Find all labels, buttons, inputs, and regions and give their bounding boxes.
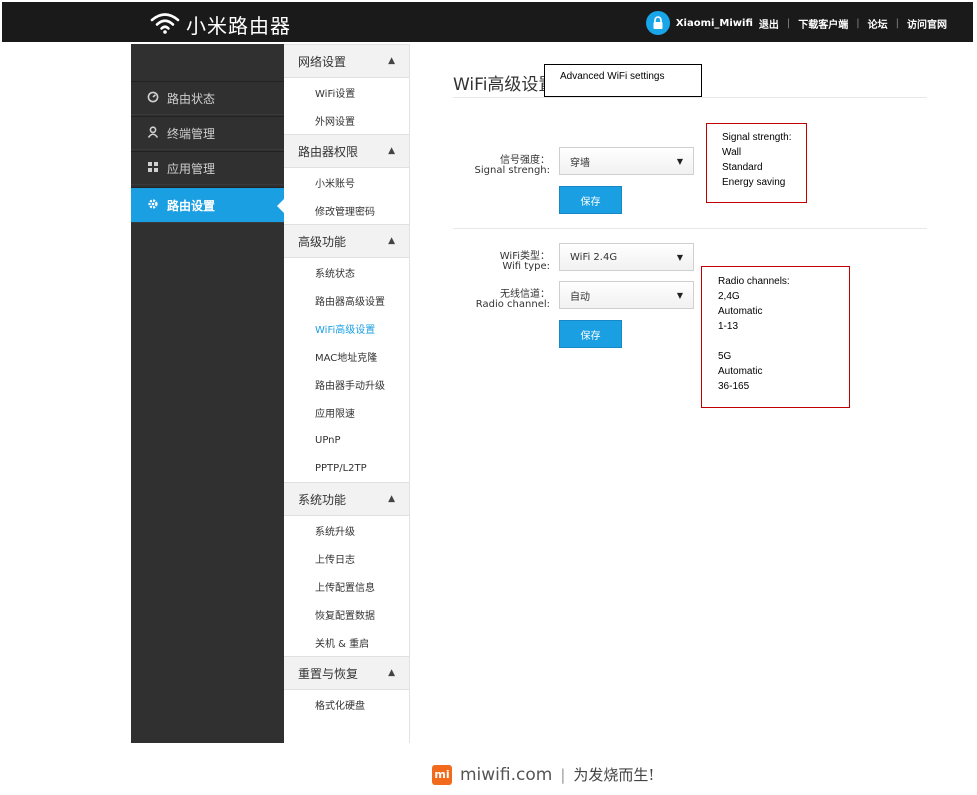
save-channel-button[interactable]: 保存: [559, 320, 622, 348]
wifi-type-select[interactable]: WiFi 2.4G ▼: [559, 243, 694, 271]
chevron-up-icon: ▲: [388, 668, 395, 678]
submenu-item-upload-config[interactable]: 上传配置信息: [284, 572, 409, 600]
footer-domain[interactable]: miwifi.com: [460, 765, 552, 785]
user-area: Xiaomi_Miwifi 退出 | 下载客户端 | 论坛 | 访问官网: [645, 11, 947, 35]
chevron-up-icon: ▲: [388, 494, 395, 504]
footer: mi miwifi.com | 为发烧而生!: [432, 764, 654, 785]
radio-channel-select[interactable]: 自动 ▼: [559, 281, 694, 309]
wifi-icon: [150, 12, 180, 37]
grid-icon: [147, 161, 159, 176]
submenu-item-upnp[interactable]: UPnP: [284, 426, 409, 454]
submenu-item-mac-clone[interactable]: MAC地址克隆: [284, 342, 409, 370]
signal-strength-annotation: Signal strength: Wall Standard Energy sa…: [706, 123, 807, 203]
left-nav: 路由状态 终端管理 应用管理 路由设置: [131, 44, 285, 743]
signal-strength-label: 信号强度： Signal strengh:: [474, 155, 550, 176]
gauge-icon: [147, 91, 159, 106]
submenu-item-format-disk[interactable]: 格式化硬盘: [284, 690, 409, 718]
nav-item-apps[interactable]: 应用管理: [131, 151, 284, 185]
submenu-item-upload-log[interactable]: 上传日志: [284, 544, 409, 572]
submenu-item-pptp-l2tp[interactable]: PPTP/L2TP: [284, 454, 409, 482]
user-icon: [147, 125, 159, 141]
app-title: 小米路由器: [186, 14, 291, 38]
save-signal-button[interactable]: 保存: [559, 186, 622, 214]
logo[interactable]: 小米路由器: [150, 10, 291, 39]
submenu-item-restore-config[interactable]: 恢复配置数据: [284, 600, 409, 628]
chevron-down-icon: ▼: [676, 156, 683, 166]
submenu-item-system-upgrade[interactable]: 系统升级: [284, 516, 409, 544]
mi-logo: mi: [432, 764, 452, 785]
nav-item-router-settings[interactable]: 路由设置: [131, 187, 285, 223]
chevron-down-icon: ▼: [676, 290, 683, 300]
title-annotation: Advanced WiFi settings: [544, 64, 702, 97]
submenu-item-system-status[interactable]: 系统状态: [284, 258, 409, 286]
submenu-item-app-speed-limit[interactable]: 应用限速: [284, 398, 409, 426]
radio-channel-label: 无线信道： Radio channel:: [475, 289, 550, 310]
lock-icon: [645, 11, 670, 35]
submenu-item-manual-upgrade[interactable]: 路由器手动升级: [284, 370, 409, 398]
download-client-link[interactable]: 下载客户端: [798, 16, 848, 31]
footer-separator: |: [560, 765, 566, 784]
signal-strength-select[interactable]: 穿墙 ▼: [559, 147, 694, 175]
top-bar: 小米路由器 Xiaomi_Miwifi 退出 | 下载客户端 | 论坛 | 访问…: [2, 2, 973, 42]
nav-item-label: 路由状态: [167, 91, 216, 106]
submenu-item-change-password[interactable]: 修改管理密码: [284, 196, 409, 224]
submenu-item-router-advanced[interactable]: 路由器高级设置: [284, 286, 409, 314]
radio-channel-annotation: Radio channels: 2,4G Automatic 1-13 5G A…: [701, 266, 850, 408]
username: Xiaomi_Miwifi: [675, 17, 753, 29]
submenu-item-shutdown-reboot[interactable]: 关机 & 重启: [284, 628, 409, 656]
chevron-up-icon: ▲: [388, 56, 395, 66]
section-divider: [453, 228, 927, 229]
logout-link[interactable]: 退出: [759, 16, 779, 31]
submenu-group-advanced[interactable]: 高级功能 ▲: [284, 224, 409, 258]
radio-channel-value: 自动: [570, 291, 590, 303]
submenu-item-wan-settings[interactable]: 外网设置: [284, 106, 409, 134]
gear-icon: [147, 198, 159, 213]
wifi-type-label: WiFi类型： Wifi type:: [499, 251, 550, 272]
nav-item-label: 应用管理: [167, 161, 216, 176]
submenu: 网络设置 ▲ WiFi设置 外网设置 路由器权限 ▲ 小米账号 修改管理密码 高级功…: [284, 44, 410, 743]
nav-item-label: 终端管理: [167, 126, 216, 141]
nav-item-label: 路由设置: [167, 198, 216, 213]
submenu-item-wifi-advanced[interactable]: WiFi高级设置: [284, 314, 409, 342]
wifi-type-value: WiFi 2.4G: [570, 251, 618, 263]
chevron-down-icon: ▼: [676, 252, 683, 262]
nav-item-router-status[interactable]: 路由状态: [131, 81, 284, 115]
page-title: WiFi高级设置: [453, 75, 556, 95]
chevron-up-icon: ▲: [388, 236, 395, 246]
footer-slogan: 为发烧而生!: [573, 766, 655, 784]
submenu-group-permissions[interactable]: 路由器权限 ▲: [284, 134, 409, 168]
nav-item-devices[interactable]: 终端管理: [131, 116, 284, 150]
submenu-item-wifi-settings[interactable]: WiFi设置: [284, 78, 409, 106]
chevron-up-icon: ▲: [388, 146, 395, 156]
forum-link[interactable]: 论坛: [868, 16, 888, 31]
title-divider: [453, 97, 927, 98]
signal-strength-value: 穿墙: [570, 157, 590, 169]
submenu-item-mi-account[interactable]: 小米账号: [284, 168, 409, 196]
official-site-link[interactable]: 访问官网: [907, 16, 947, 31]
submenu-group-reset[interactable]: 重置与恢复 ▲: [284, 656, 409, 690]
submenu-group-system[interactable]: 系统功能 ▲: [284, 482, 409, 516]
submenu-group-network[interactable]: 网络设置 ▲: [284, 44, 409, 78]
